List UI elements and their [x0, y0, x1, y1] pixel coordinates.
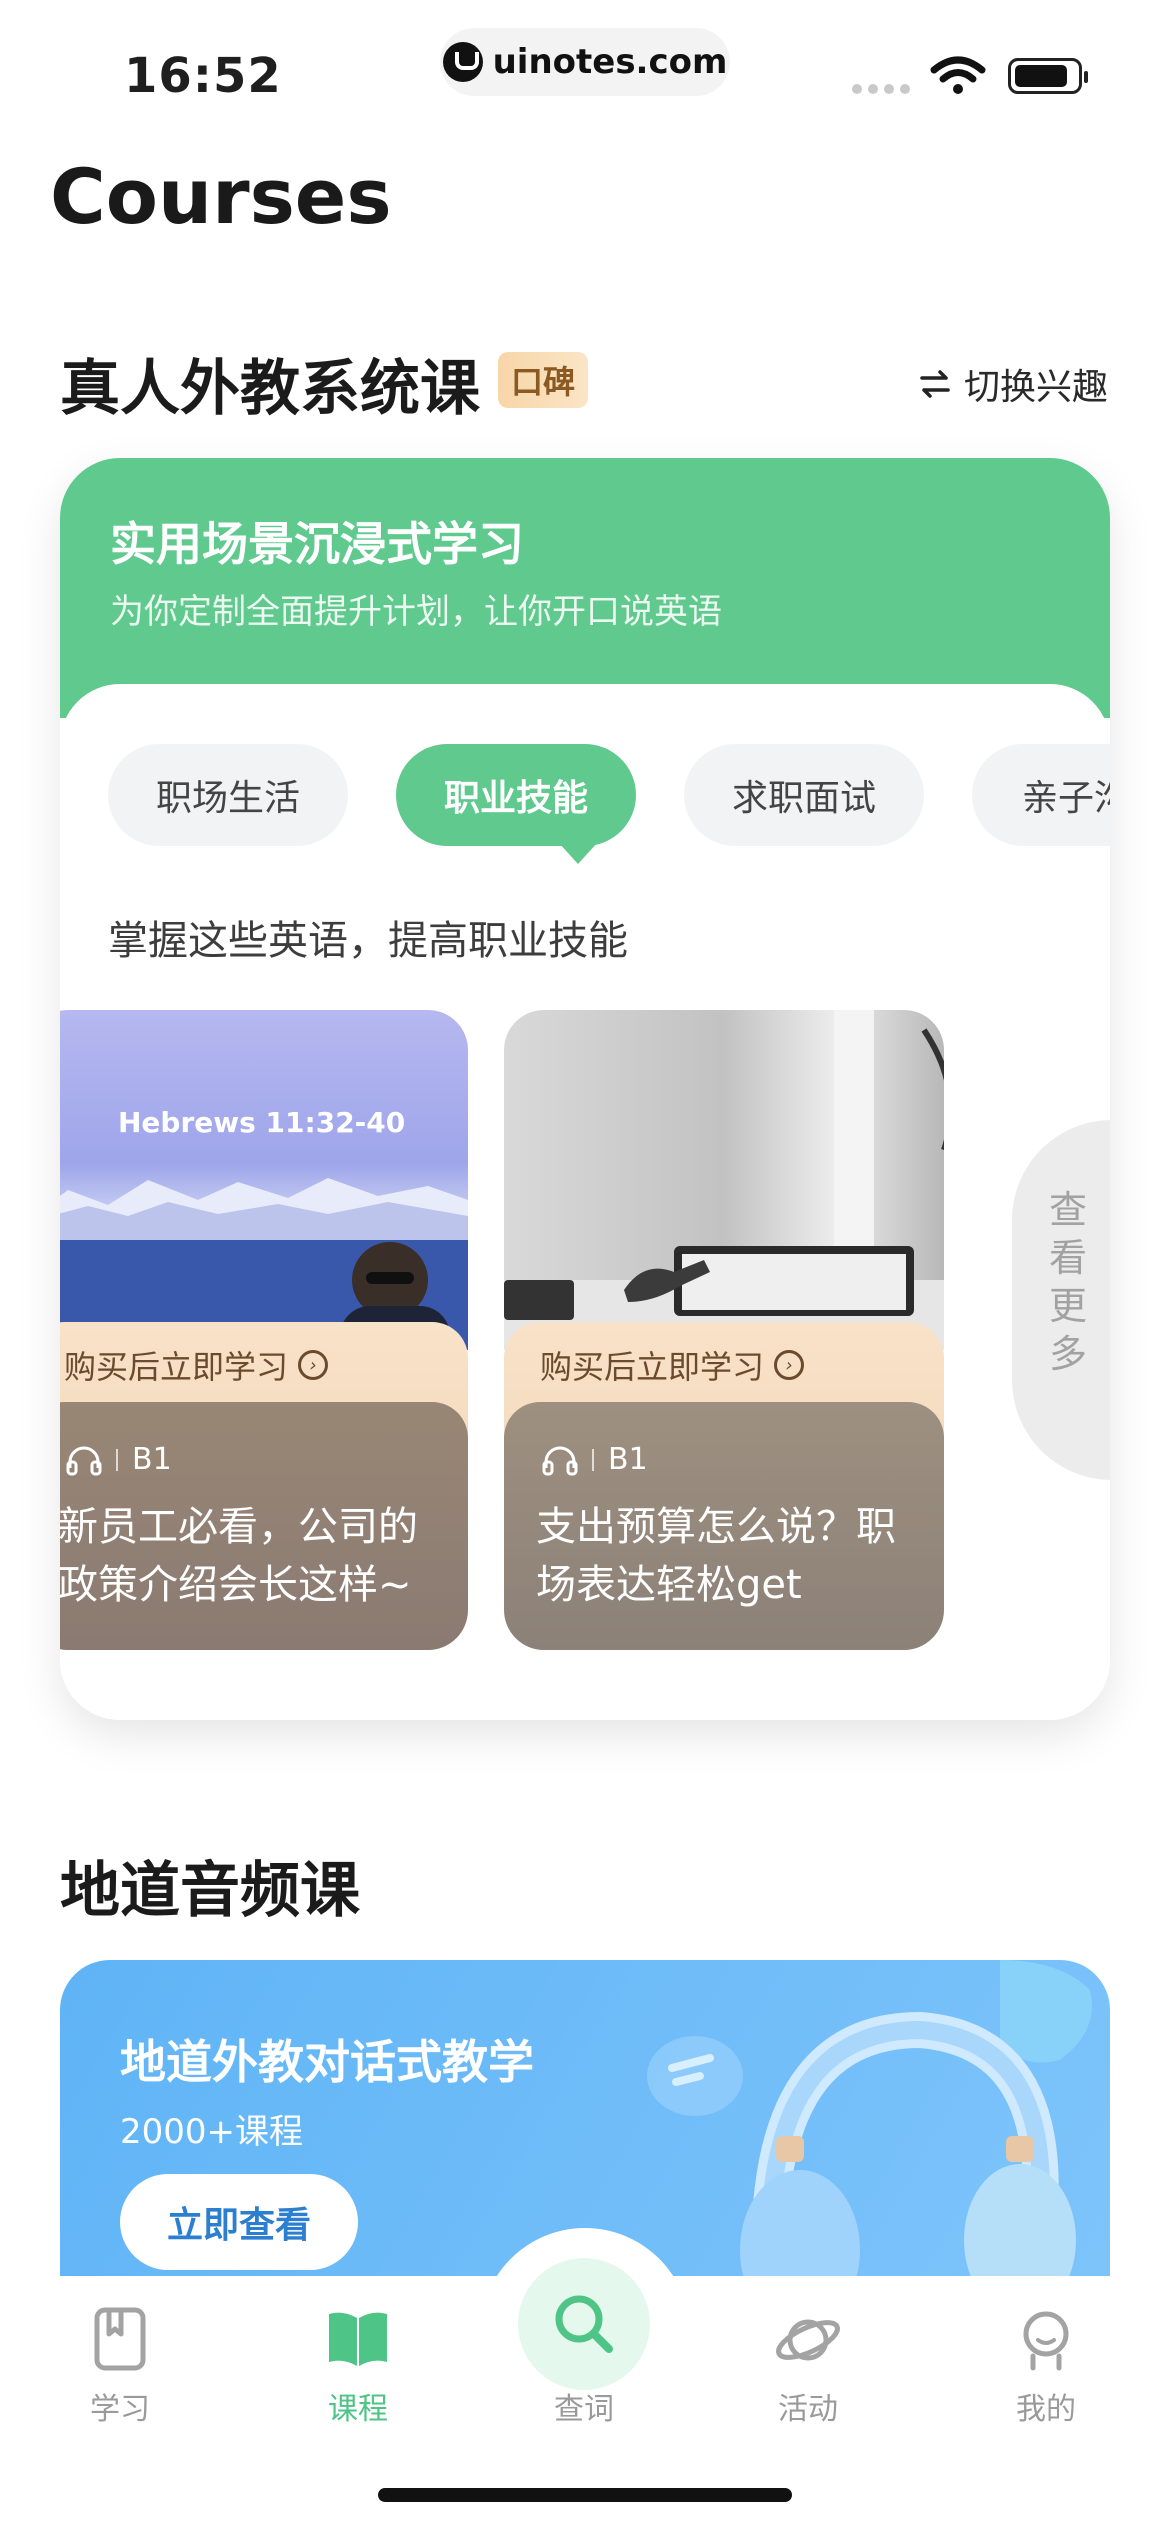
view-more-label: 查看更多 — [1048, 1188, 1087, 1376]
card-headline: 实用场景沉浸式学习 — [110, 517, 524, 571]
course-thumbnail — [504, 1010, 944, 1350]
banner-course-count: 2000+课程 — [120, 2112, 304, 2152]
course-title: 新员工必看，公司的政策介绍会长这样~ — [60, 1504, 418, 1608]
tab-label: 我的 — [1016, 2392, 1076, 2427]
course-info: B1 支出预算怎么说？职场表达轻松get — [504, 1402, 944, 1650]
chip-job-interview[interactable]: 求职面试 — [684, 744, 924, 846]
view-now-button[interactable]: 立即查看 — [120, 2174, 358, 2270]
planet-icon — [776, 2319, 840, 2361]
tab-label: 查词 — [554, 2392, 614, 2427]
buy-label: 购买后立即学习 — [540, 1348, 765, 1386]
chevron-right-circle-icon: › — [774, 1350, 805, 1380]
section-title-audio-courses: 地道音频课 — [60, 1856, 360, 1926]
chip-career-skills[interactable]: 职业技能 — [396, 744, 636, 846]
headphones-icon — [542, 1446, 578, 1475]
switch-interest-label: 切换兴趣 — [964, 367, 1109, 408]
course-card-1[interactable]: Hebrews 11:32-40 购买后立即学习 › B1 新员工必看，公司的政策… — [60, 1010, 468, 1650]
course-level: B1 — [132, 1442, 172, 1477]
book-icon — [94, 2307, 146, 2371]
search-icon — [555, 2295, 613, 2353]
buy-label: 购买后立即学习 — [64, 1348, 289, 1386]
course-title: 支出预算怎么说？职场表达轻松get — [536, 1504, 896, 1608]
course-thumbnail: Hebrews 11:32-40 — [60, 1010, 468, 1350]
chevron-right-circle-icon: › — [298, 1350, 329, 1380]
tab-lookup[interactable]: 查词 — [504, 2258, 664, 2428]
site-logo-icon — [442, 42, 483, 82]
banner-headline: 地道外教对话式教学 — [120, 2035, 534, 2089]
tab-label: 活动 — [778, 2392, 838, 2427]
chip-parenting[interactable]: 亲子沟 — [972, 744, 1110, 846]
card-subline: 为你定制全面提升计划，让你开口说英语 — [110, 592, 722, 632]
tab-events[interactable]: 活动 — [728, 2304, 888, 2428]
wifi-icon — [930, 56, 986, 94]
page-title: Courses — [50, 152, 392, 241]
reputation-badge: 口碑 — [498, 352, 588, 408]
thumbnail-caption: Hebrews 11:32-40 — [118, 1106, 406, 1139]
open-book-icon — [329, 2312, 387, 2366]
battery-icon — [1008, 58, 1088, 94]
tab-profile[interactable]: 我的 — [966, 2304, 1126, 2428]
switch-interest-button[interactable]: 切换兴趣 — [918, 358, 1108, 410]
course-card-2[interactable]: 购买后立即学习 › B1 支出预算怎么说？职场表达轻松get — [504, 1010, 944, 1650]
meta-separator — [116, 1448, 118, 1471]
active-chip-pointer — [558, 842, 598, 864]
meta-separator — [592, 1448, 594, 1471]
tab-label: 课程 — [328, 2392, 388, 2427]
card-header: 实用场景沉浸式学习 为你定制全面提升计划，让你开口说英语 — [60, 458, 1110, 718]
profile-icon — [1023, 2311, 1069, 2371]
course-level: B1 — [608, 1442, 648, 1477]
course-info: B1 新员工必看，公司的政策介绍会长这样~ — [60, 1402, 468, 1650]
headphones-icon — [66, 1446, 102, 1475]
url-text: uinotes.com — [492, 42, 728, 82]
url-pill[interactable]: uinotes.com — [440, 28, 730, 96]
tab-study[interactable]: 学习 — [40, 2304, 200, 2428]
swap-icon — [920, 370, 950, 398]
tab-label: 学习 — [90, 2392, 150, 2427]
view-more-button[interactable]: 查看更多 — [1012, 1120, 1110, 1480]
status-time: 16:52 — [124, 48, 282, 104]
section-title-live-courses: 真人外教系统课 — [60, 354, 480, 424]
cellular-signal-icon — [852, 84, 910, 94]
chip-workplace-life[interactable]: 职场生活 — [108, 744, 348, 846]
lookup-button[interactable] — [518, 2258, 650, 2390]
home-indicator — [378, 2488, 792, 2502]
tab-courses[interactable]: 课程 — [278, 2304, 438, 2428]
chip-hint: 掌握这些英语，提高职业技能 — [108, 918, 628, 964]
live-course-card: 实用场景沉浸式学习 为你定制全面提升计划，让你开口说英语 职场生活 职业技能 求… — [60, 458, 1110, 1720]
